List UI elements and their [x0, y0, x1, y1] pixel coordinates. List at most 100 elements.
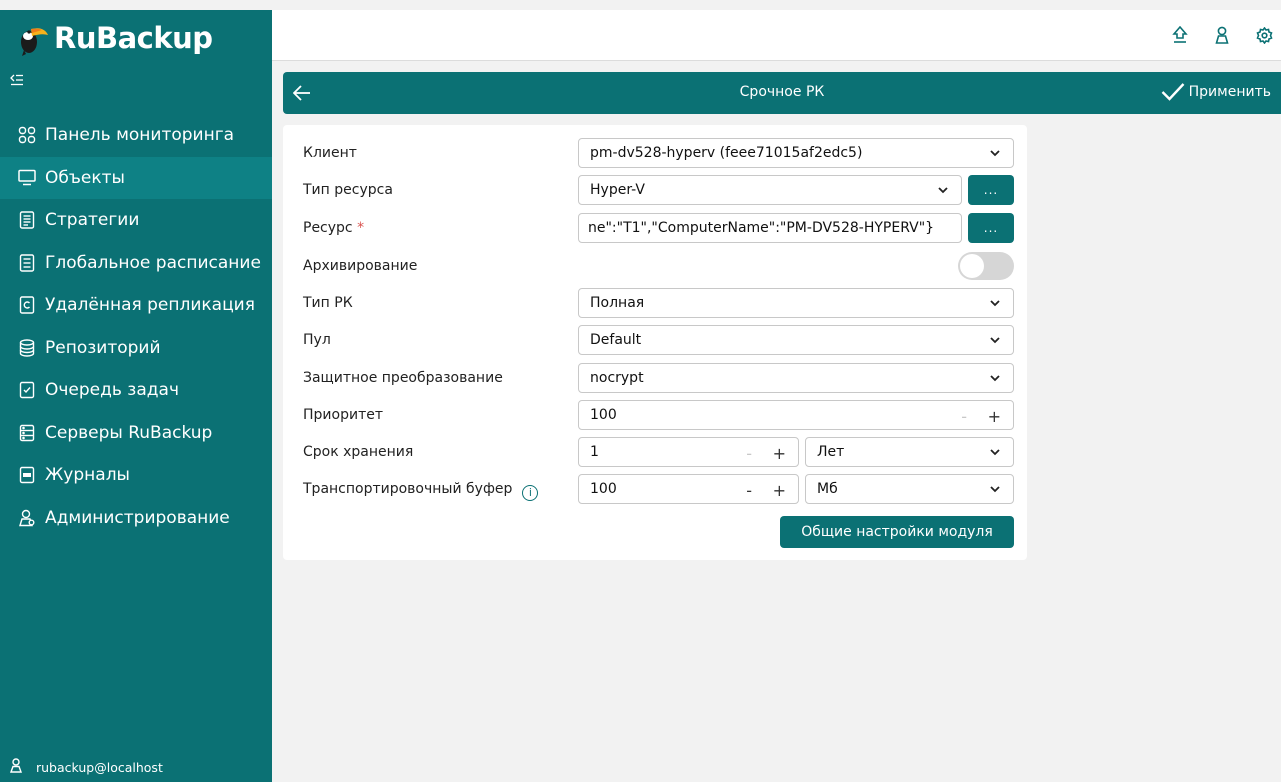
priority-label: Приоритет [303, 407, 383, 423]
resource-label: Ресурс * [303, 220, 364, 236]
sidebar-item-label: Глобальное расписание [45, 252, 261, 273]
sidebar-item-label: Очередь задач [45, 380, 179, 401]
sidebar-item-label: Администрирование [45, 507, 230, 528]
dashboard-icon [16, 125, 38, 145]
collapse-menu-icon[interactable] [10, 72, 24, 90]
resource-type-more-button[interactable]: ... [968, 175, 1014, 205]
admin-user-icon [16, 508, 38, 528]
page-header-bar: Срочное РК Применить [283, 72, 1281, 114]
sidebar-item-label: Объекты [45, 167, 125, 188]
chevron-down-icon [938, 187, 948, 194]
transport-buffer-decrement-button[interactable]: - [746, 481, 752, 500]
chevron-down-icon [990, 486, 1000, 493]
archiving-toggle[interactable] [958, 252, 1014, 280]
retention-increment-button[interactable]: + [773, 444, 786, 463]
user-icon[interactable] [1213, 25, 1231, 45]
sidebar-nav: Панель мониторинга Объекты Стратегии Гло… [0, 114, 272, 539]
chevron-down-icon [990, 449, 1000, 456]
sidebar-item-global-schedule[interactable]: Глобальное расписание [0, 242, 272, 285]
sidebar-item-strategies[interactable]: Стратегии [0, 199, 272, 242]
priority-increment-button[interactable]: + [988, 407, 1001, 426]
settings-icon[interactable] [1255, 25, 1273, 45]
pool-value: Default [590, 332, 642, 348]
resource-input[interactable]: ne":"T1","ComputerName":"PM-DV528-HYPERV… [578, 213, 962, 243]
required-mark: * [357, 220, 365, 236]
client-label: Клиент [303, 145, 357, 161]
transport-buffer-unit-select[interactable]: Мб [805, 474, 1014, 504]
schedule-icon [16, 253, 38, 273]
replication-icon [16, 295, 38, 315]
apply-label: Применить [1188, 84, 1271, 100]
backup-type-value: Полная [590, 295, 645, 311]
username: rubackup@localhost [36, 759, 163, 775]
retention-stepper[interactable]: 1 - + [578, 437, 799, 467]
resource-label-text: Ресурс [303, 220, 353, 236]
retention-label: Срок хранения [303, 444, 414, 460]
document-icon [16, 210, 38, 230]
urgent-backup-form: Клиент pm-dv528-hyperv (feee71015af2edc5… [283, 125, 1027, 560]
resource-type-label: Тип ресурса [303, 182, 393, 198]
priority-stepper[interactable]: 100 - + [578, 400, 1014, 430]
database-icon [16, 338, 38, 358]
resource-type-select[interactable]: Hyper-V [578, 175, 962, 205]
top-bar [272, 10, 1281, 61]
logo-text-ru: Ru [54, 21, 96, 55]
sidebar-item-label: Стратегии [45, 210, 140, 231]
sidebar-item-label: Серверы RuBackup [45, 422, 213, 443]
transport-buffer-value: 100 [590, 481, 617, 497]
chevron-down-icon [990, 375, 1000, 382]
pool-select[interactable]: Default [578, 325, 1014, 355]
transport-buffer-stepper[interactable]: 100 - + [578, 474, 799, 504]
sidebar-item-servers[interactable]: Серверы RuBackup [0, 412, 272, 455]
sidebar-item-label: Панель мониторинга [45, 125, 235, 146]
chevron-down-icon [990, 150, 1000, 157]
sidebar-item-repository[interactable]: Репозиторий [0, 327, 272, 370]
sidebar-item-task-queue[interactable]: Очередь задач [0, 369, 272, 412]
sidebar-item-remote-replication[interactable]: Удалённая репликация [0, 284, 272, 327]
toucan-logo-icon [21, 28, 48, 56]
monitor-icon [16, 168, 38, 188]
archiving-label: Архивирование [303, 258, 418, 274]
toggle-knob [960, 254, 984, 278]
transport-buffer-label: Транспортировочный буфер i [303, 481, 539, 501]
logo-text-backup: Backup [95, 21, 213, 55]
client-select[interactable]: pm-dv528-hyperv (feee71015af2edc5) [578, 138, 1014, 168]
module-settings-button[interactable]: Общие настройки модуля [780, 516, 1014, 548]
backup-type-select[interactable]: Полная [578, 288, 1014, 318]
backup-type-label: Тип РК [303, 295, 353, 311]
log-icon [16, 465, 38, 485]
sidebar-item-logs[interactable]: Журналы [0, 454, 272, 497]
transport-buffer-unit-value: Мб [817, 481, 838, 497]
priority-decrement-button[interactable]: - [961, 407, 967, 426]
protective-transform-select[interactable]: nocrypt [578, 363, 1014, 393]
task-queue-icon [16, 380, 38, 400]
current-user[interactable]: rubackup@localhost [10, 758, 163, 776]
resource-more-button[interactable]: ... [968, 213, 1014, 243]
app-logo[interactable]: RuBackup [14, 16, 213, 60]
sidebar-item-label: Удалённая репликация [45, 295, 255, 316]
resource-value: ne":"T1","ComputerName":"PM-DV528-HYPERV… [588, 220, 935, 236]
retention-unit-select[interactable]: Лет [805, 437, 1014, 467]
server-icon [16, 423, 38, 443]
sidebar-item-dashboard[interactable]: Панель мониторинга [0, 114, 272, 157]
upload-icon[interactable] [1171, 25, 1189, 45]
sidebar-item-administration[interactable]: Администрирование [0, 497, 272, 540]
resource-type-value: Hyper-V [590, 182, 645, 198]
transport-buffer-label-text: Транспортировочный буфер [303, 481, 513, 497]
sidebar-item-objects[interactable]: Объекты [0, 156, 272, 199]
sidebar: RuBackup Панель мониторинга Объекты Стра… [0, 10, 272, 782]
priority-value: 100 [590, 407, 617, 423]
retention-decrement-button[interactable]: - [746, 444, 752, 463]
checkmark-icon [1161, 83, 1185, 101]
info-icon[interactable]: i [522, 484, 539, 501]
apply-button[interactable]: Применить [1161, 82, 1271, 102]
chevron-down-icon [990, 337, 1000, 344]
sidebar-item-label: Журналы [45, 465, 130, 486]
sidebar-item-label: Репозиторий [45, 337, 161, 358]
user-icon [10, 758, 22, 776]
protective-transform-label: Защитное преобразование [303, 370, 503, 386]
client-value: pm-dv528-hyperv (feee71015af2edc5) [590, 145, 863, 161]
chevron-down-icon [990, 300, 1000, 307]
transport-buffer-increment-button[interactable]: + [773, 481, 786, 500]
retention-value: 1 [590, 444, 599, 460]
